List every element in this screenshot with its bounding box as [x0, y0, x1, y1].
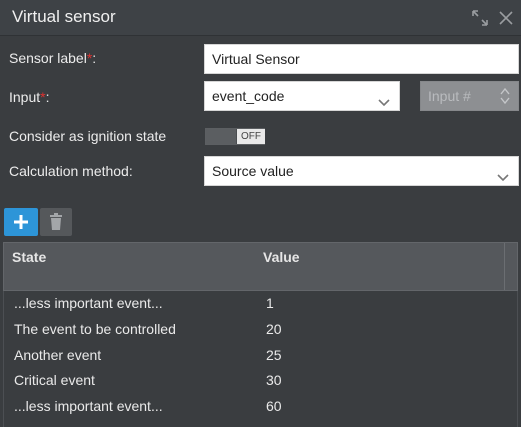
toggle-knob: [206, 129, 236, 144]
cell-state: The event to be controlled: [14, 321, 176, 337]
cell-value: 60: [266, 398, 282, 414]
input-number-placeholder: Input #: [428, 88, 471, 104]
table-row[interactable]: ...less important event... 60: [4, 394, 504, 419]
input-label-text: Input: [9, 89, 41, 105]
cell-value: 20: [266, 321, 282, 337]
cell-state: Critical event: [14, 372, 95, 388]
ignition-label: Consider as ignition state: [9, 128, 167, 144]
input-select-value: event_code: [212, 88, 285, 104]
toggle-text: OFF: [237, 129, 265, 144]
sensor-label-text: Sensor label: [9, 50, 87, 66]
table-body: ...less important event... 1 The event t…: [3, 291, 518, 427]
table-row[interactable]: ...less important event... 1: [4, 291, 504, 316]
cell-value: 1: [266, 295, 274, 311]
table-row[interactable]: Critical event 30: [4, 368, 504, 393]
trash-icon: [50, 213, 62, 230]
chevron-down-icon: [377, 90, 391, 107]
column-divider: [504, 243, 505, 290]
table-header: State Value: [3, 242, 518, 291]
input-number-field: Input #: [420, 81, 519, 111]
sensor-label-input[interactable]: Virtual Sensor: [204, 44, 519, 74]
cell-value: 25: [266, 347, 282, 363]
delete-row-button[interactable]: [40, 208, 72, 236]
table-row[interactable]: Another event 25: [4, 343, 504, 368]
column-header-state[interactable]: State: [12, 249, 46, 265]
chevron-down-icon: [496, 165, 510, 182]
input-label: Input*:: [9, 89, 49, 105]
plus-icon: [14, 215, 28, 229]
sensor-label-value: Virtual Sensor: [212, 51, 300, 67]
label-suffix: :: [92, 50, 97, 66]
cell-state: Another event: [14, 347, 102, 363]
table-row[interactable]: The event to be controlled 20: [4, 317, 504, 342]
cell-state: ...less important event...: [14, 398, 163, 414]
cell-state: ...less important event...: [14, 295, 163, 311]
input-select[interactable]: event_code: [204, 81, 400, 111]
column-header-value[interactable]: Value: [263, 249, 300, 265]
window-title: Virtual sensor: [12, 7, 116, 26]
sensor-label-label: Sensor label*:: [9, 50, 96, 66]
ignition-toggle[interactable]: OFF: [205, 128, 265, 145]
add-row-button[interactable]: [4, 208, 38, 236]
cell-value: 30: [266, 372, 282, 388]
window-titlebar: Virtual sensor: [0, 0, 521, 36]
expand-icon[interactable]: [470, 8, 490, 28]
close-icon[interactable]: [496, 8, 516, 28]
stepper-icon: [499, 86, 511, 115]
label-suffix: :: [45, 89, 50, 105]
calculation-method-value: Source value: [212, 163, 294, 179]
calculation-method-select[interactable]: Source value: [204, 156, 519, 186]
calculation-method-label: Calculation method:: [9, 163, 133, 179]
